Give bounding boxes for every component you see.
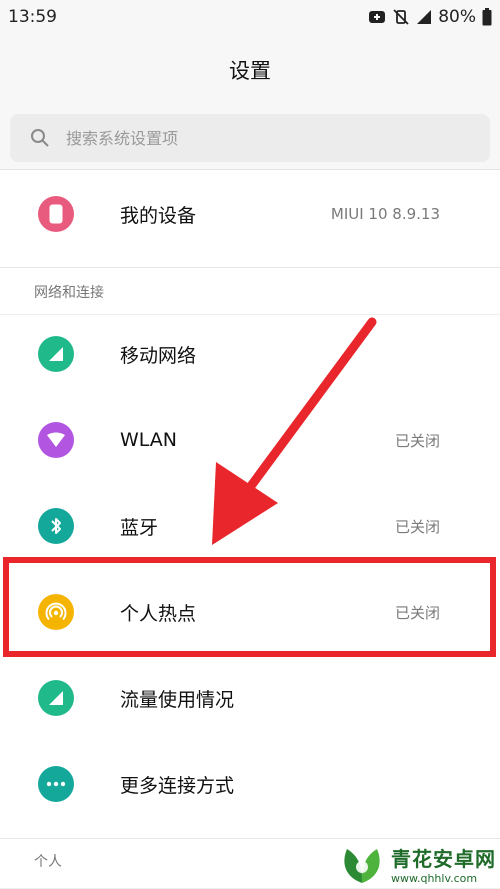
- search-box[interactable]: [10, 114, 490, 162]
- row-label: 更多连接方式: [120, 774, 235, 797]
- status-time: 13:59: [8, 7, 57, 27]
- row-label: 蓝牙: [120, 516, 159, 539]
- watermark-text: 青花安卓网 www.qhhlv.com: [391, 843, 496, 885]
- search-area: [0, 106, 500, 170]
- bluetooth-icon: [38, 508, 74, 544]
- row-data-usage[interactable]: 流量使用情况: [0, 655, 500, 741]
- mobile-network-icon: [38, 336, 74, 372]
- battery-icon: [482, 8, 492, 26]
- row-value: 已关闭: [394, 517, 440, 536]
- section-personal-label: 个人: [34, 854, 62, 870]
- phone-icon: [38, 196, 74, 232]
- row-value: 已关闭: [394, 431, 440, 450]
- search-icon: [31, 129, 49, 147]
- row-more-connections[interactable]: 更多连接方式: [0, 741, 500, 827]
- row-hotspot[interactable]: 个人热点 已关闭: [0, 569, 500, 655]
- row-value: 已关闭: [394, 603, 440, 622]
- watermark: 青花安卓网 www.qhhlv.com: [339, 843, 496, 885]
- row-wlan[interactable]: WLAN 已关闭: [0, 397, 500, 483]
- section-network-label: 网络和连接: [34, 285, 104, 301]
- data-usage-icon: [38, 680, 74, 716]
- hotspot-icon: [38, 594, 74, 630]
- row-label: 流量使用情况: [120, 688, 235, 711]
- row-label: 移动网络: [120, 344, 197, 367]
- row-mobile-network[interactable]: 移动网络: [0, 311, 500, 397]
- page-title: 设置: [229, 59, 271, 83]
- search-input[interactable]: [66, 128, 446, 148]
- row-label: WLAN: [120, 429, 178, 451]
- leaf-logo-icon: [344, 849, 380, 883]
- row-bluetooth[interactable]: 蓝牙 已关闭: [0, 483, 500, 569]
- wlan-icon: [38, 422, 74, 458]
- rotation-lock-icon: [393, 9, 409, 25]
- more-icon: [38, 766, 74, 802]
- notification-icon: [369, 11, 386, 23]
- signal-icon: [417, 10, 432, 24]
- watermark-url: www.qhhlv.com: [391, 872, 478, 885]
- my-device-row[interactable]: 我的设备 MIUI 10 8.9.13: [0, 170, 500, 258]
- section-network: 网络和连接: [0, 267, 500, 315]
- status-icons: 80%: [368, 7, 492, 27]
- battery-text: 80%: [438, 7, 476, 27]
- my-device-label: 我的设备: [120, 204, 197, 227]
- watermark-title: 青花安卓网: [391, 847, 496, 871]
- row-label: 个人热点: [120, 602, 197, 625]
- my-device-value: MIUI 10 8.9.13: [330, 205, 440, 223]
- title-bar: 设置: [0, 34, 500, 106]
- status-bar: 13:59 80%: [0, 0, 500, 34]
